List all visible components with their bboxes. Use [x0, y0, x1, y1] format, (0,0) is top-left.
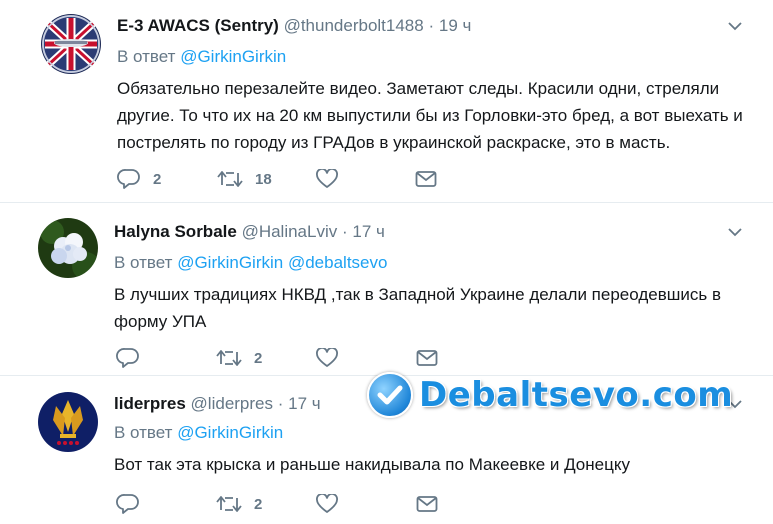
- separator: ·: [428, 16, 435, 35]
- reply-button[interactable]: [116, 346, 152, 370]
- retweet-icon: [216, 496, 242, 512]
- display-name[interactable]: liderpres: [114, 394, 186, 413]
- retweet-button[interactable]: 2: [216, 346, 262, 370]
- retweet-button[interactable]: 18: [217, 167, 272, 191]
- tweet[interactable]: E-3 AWACS (Sentry) @thunderbolt1488 · 19…: [0, 0, 773, 203]
- like-button[interactable]: [316, 346, 338, 370]
- direct-message-icon: [416, 350, 438, 366]
- retweet-button[interactable]: 2: [216, 492, 262, 516]
- timestamp[interactable]: 19 ч: [439, 16, 472, 35]
- tweet-text: Вот так эта крыска и раньше накидывала п…: [114, 455, 630, 474]
- tweet-text: В лучших традициях НКВД ,так в Западной …: [114, 285, 721, 331]
- retweet-count: 18: [255, 170, 272, 188]
- direct-message-icon: [416, 496, 438, 512]
- reply-icon: [116, 348, 139, 368]
- retweet-count: 2: [254, 495, 263, 513]
- tweet-header: liderpres @liderpres · 17 ч: [114, 393, 321, 415]
- reply-prefix: В ответ: [117, 47, 176, 66]
- reply-icon: [117, 169, 140, 189]
- avatar[interactable]: [41, 14, 101, 74]
- reply-context: В ответ @GirkinGirkin: [114, 423, 283, 443]
- like-icon: [316, 348, 338, 367]
- watermark: Debaltsevo.com: [367, 372, 733, 418]
- retweet-icon: [217, 171, 243, 187]
- separator: ·: [277, 394, 284, 413]
- like-button[interactable]: [316, 167, 338, 191]
- reply-icon: [116, 494, 139, 514]
- tweet-header: E-3 AWACS (Sentry) @thunderbolt1488 · 19…: [117, 15, 471, 37]
- avatar[interactable]: [38, 392, 98, 452]
- display-name[interactable]: E-3 AWACS (Sentry): [117, 16, 279, 35]
- chevron-down-icon[interactable]: [727, 18, 743, 34]
- like-icon: [316, 169, 338, 188]
- user-handle[interactable]: @liderpres: [191, 394, 273, 413]
- chevron-down-icon[interactable]: [727, 224, 743, 240]
- retweet-count: 2: [254, 349, 263, 367]
- reply-prefix: В ответ: [114, 423, 173, 442]
- direct-message-button[interactable]: [416, 346, 438, 370]
- reply-prefix: В ответ: [114, 253, 173, 272]
- tweet-header: Halyna Sorbale @HalinaLviv · 17 ч: [114, 221, 385, 243]
- user-handle[interactable]: @thunderbolt1488: [284, 16, 424, 35]
- mention-link[interactable]: @GirkinGirkin: [180, 47, 286, 66]
- reply-context: В ответ @GirkinGirkin: [117, 47, 286, 67]
- watermark-text: Debaltsevo.com: [419, 375, 734, 415]
- direct-message-button[interactable]: [416, 492, 438, 516]
- mention-link[interactable]: @debaltsevo: [288, 253, 388, 272]
- timestamp[interactable]: 17 ч: [352, 222, 385, 241]
- tweet[interactable]: Halyna Sorbale @HalinaLviv · 17 ч В отве…: [0, 203, 773, 376]
- like-button[interactable]: [316, 492, 338, 516]
- direct-message-button[interactable]: [415, 167, 437, 191]
- mention-link[interactable]: @GirkinGirkin: [177, 253, 283, 272]
- direct-message-icon: [415, 171, 437, 187]
- mention-link[interactable]: @GirkinGirkin: [177, 423, 283, 442]
- checkmark-icon: [367, 372, 413, 418]
- avatar[interactable]: [38, 218, 98, 278]
- tweet-text: Обязательно перезалейте видео. Заметают …: [117, 79, 743, 152]
- retweet-icon: [216, 350, 242, 366]
- reply-button[interactable]: 2: [117, 167, 161, 191]
- like-icon: [316, 494, 338, 513]
- timestamp[interactable]: 17 ч: [288, 394, 321, 413]
- display-name[interactable]: Halyna Sorbale: [114, 222, 237, 241]
- reply-context: В ответ @GirkinGirkin @debaltsevo: [114, 253, 387, 273]
- user-handle[interactable]: @HalinaLviv: [242, 222, 338, 241]
- reply-count: 2: [153, 170, 162, 188]
- reply-button[interactable]: [116, 492, 152, 516]
- separator: ·: [341, 222, 348, 241]
